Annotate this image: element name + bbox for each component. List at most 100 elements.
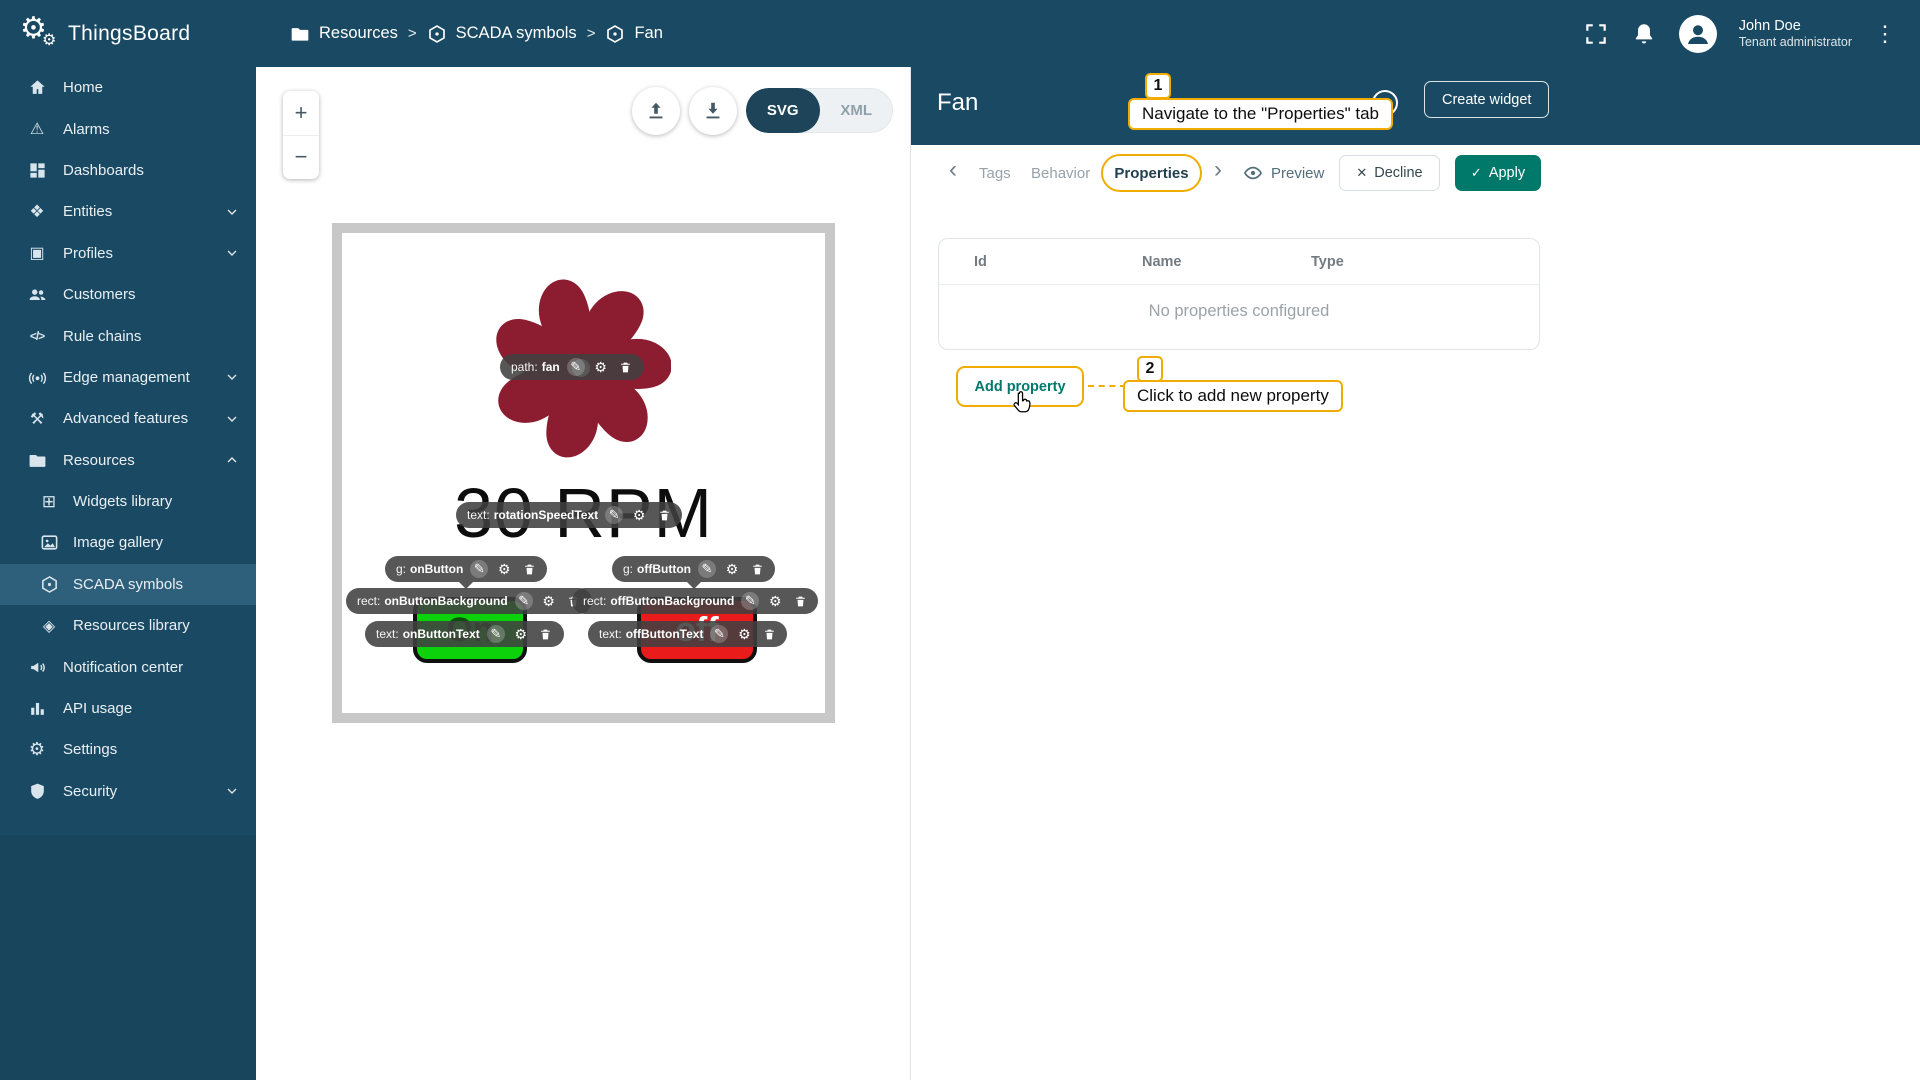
upload-button[interactable] — [632, 87, 680, 135]
edit-pencil-icon[interactable] — [487, 625, 505, 643]
sidebar-item-rule-chains[interactable]: Rule chains — [0, 315, 256, 356]
delete-trash-icon[interactable] — [655, 506, 673, 524]
breadcrumb-resources[interactable]: Resources — [290, 24, 398, 44]
fullscreen-icon[interactable] — [1583, 21, 1609, 47]
delete-trash-icon[interactable] — [760, 625, 778, 643]
alarm-icon — [25, 119, 49, 139]
svg-tab[interactable]: SVG — [746, 88, 820, 133]
image-icon — [37, 533, 61, 552]
tab-behavior[interactable]: Behavior — [1031, 165, 1090, 182]
sidebar-item-widgets-library[interactable]: Widgets library — [0, 481, 256, 522]
sidebar-item-label: Widgets library — [73, 493, 172, 510]
tag-settings-gear-icon[interactable] — [723, 560, 741, 578]
profiles-icon — [25, 243, 49, 263]
edit-pencil-icon[interactable] — [710, 625, 728, 643]
sidebar-item-advanced-features[interactable]: Advanced features — [0, 398, 256, 439]
chevron-down-icon — [224, 204, 240, 220]
edit-pencil-icon[interactable] — [515, 592, 533, 610]
zoom-in-button[interactable]: + — [283, 91, 319, 136]
tag-settings-gear-icon[interactable] — [630, 506, 648, 524]
folder-icon — [25, 451, 49, 470]
tab-tags[interactable]: Tags — [979, 165, 1011, 182]
sidebar-item-scada-symbols[interactable]: SCADA symbols — [0, 564, 256, 605]
tag-name: onButton — [410, 562, 463, 576]
edit-pencil-icon[interactable] — [605, 506, 623, 524]
tag-chip-rotation-speed-text[interactable]: text: rotationSpeedText — [456, 502, 682, 528]
sidebar-item-alarms[interactable]: Alarms — [0, 108, 256, 149]
column-name: Name — [1142, 254, 1311, 270]
delete-trash-icon[interactable] — [520, 560, 538, 578]
sidebar-item-home[interactable]: Home — [0, 67, 256, 108]
upload-icon — [645, 100, 667, 122]
sidebar-item-customers[interactable]: Customers — [0, 274, 256, 315]
tag-type: text: — [467, 508, 490, 522]
tag-chip-off-button-background[interactable]: rect: offButtonBackground — [572, 588, 818, 614]
breadcrumb-scada-symbols[interactable]: SCADA symbols — [427, 24, 577, 44]
sidebar-item-image-gallery[interactable]: Image gallery — [0, 522, 256, 563]
app-logo[interactable]: ThingsBoard — [0, 0, 256, 67]
edit-pencil-icon[interactable] — [741, 592, 759, 610]
avatar[interactable] — [1679, 15, 1717, 53]
delete-trash-icon[interactable] — [748, 560, 766, 578]
zoom-out-button[interactable]: − — [283, 136, 319, 180]
tag-chip-on-button[interactable]: g: onButton — [385, 556, 547, 582]
create-widget-button[interactable]: Create widget — [1424, 81, 1549, 118]
tag-settings-gear-icon[interactable] — [592, 358, 610, 376]
advanced-features-icon — [25, 409, 49, 429]
sidebar-item-notification-center[interactable]: Notification center — [0, 646, 256, 687]
breadcrumb-separator-icon — [408, 25, 417, 42]
sidebar-item-resources-library[interactable]: Resources library — [0, 605, 256, 646]
edit-pencil-icon[interactable] — [698, 560, 716, 578]
sidebar-item-settings[interactable]: Settings — [0, 729, 256, 770]
sidebar-item-label: Entities — [63, 203, 112, 220]
sidebar-item-dashboards[interactable]: Dashboards — [0, 150, 256, 191]
tag-type: text: — [599, 627, 622, 641]
edge-management-icon — [25, 368, 49, 387]
tag-chip-off-button[interactable]: g: offButton — [612, 556, 775, 582]
tag-chip-fan[interactable]: path: fan — [500, 354, 644, 380]
tag-chip-off-button-text[interactable]: text: offButtonText — [588, 621, 787, 647]
tag-settings-gear-icon[interactable] — [495, 560, 513, 578]
kebab-menu-icon[interactable] — [1874, 21, 1896, 47]
tag-settings-gear-icon[interactable] — [540, 592, 558, 610]
sidebar-item-profiles[interactable]: Profiles — [0, 233, 256, 274]
sidebar-item-security[interactable]: Security — [0, 771, 256, 812]
customers-icon — [25, 285, 49, 304]
xml-tab[interactable]: XML — [820, 88, 894, 133]
column-type: Type — [1311, 254, 1344, 270]
edit-pencil-icon[interactable] — [470, 560, 488, 578]
sidebar-item-edge-management[interactable]: Edge management — [0, 357, 256, 398]
decline-button[interactable]: Decline — [1339, 155, 1440, 191]
tag-type: rect: — [357, 594, 380, 608]
delete-trash-icon[interactable] — [791, 592, 809, 610]
shield-icon — [25, 782, 49, 801]
preview-button[interactable]: Preview — [1243, 163, 1324, 183]
notifications-bell-icon[interactable] — [1631, 21, 1657, 47]
sidebar-item-api-usage[interactable]: API usage — [0, 688, 256, 729]
sidebar-item-label: Profiles — [63, 245, 113, 262]
edit-pencil-icon[interactable] — [567, 358, 585, 376]
tabs-scroll-left-icon[interactable] — [949, 162, 957, 182]
tag-chip-on-button-background[interactable]: rect: onButtonBackground — [346, 588, 592, 614]
download-button[interactable] — [689, 87, 737, 135]
sidebar-item-label: Advanced features — [63, 410, 188, 427]
tag-settings-gear-icon[interactable] — [766, 592, 784, 610]
tag-settings-gear-icon[interactable] — [735, 625, 753, 643]
sidebar-item-label: Notification center — [63, 659, 183, 676]
delete-trash-icon[interactable] — [537, 625, 555, 643]
annotation-step-1-badge: 1 — [1145, 73, 1171, 99]
tag-name: fan — [542, 360, 560, 374]
apply-button[interactable]: Apply — [1455, 155, 1541, 191]
sidebar-item-entities[interactable]: Entities — [0, 191, 256, 232]
tab-properties[interactable]: Properties — [1114, 165, 1188, 182]
tabs-scroll-right-icon[interactable] — [1214, 162, 1222, 182]
tag-chip-on-button-text[interactable]: text: onButtonText — [365, 621, 564, 647]
delete-trash-icon[interactable] — [617, 358, 635, 376]
scada-symbol-icon — [427, 24, 447, 44]
tag-settings-gear-icon[interactable] — [512, 625, 530, 643]
chevron-down-icon — [224, 411, 240, 427]
gear-icon — [25, 739, 49, 760]
column-id: Id — [974, 254, 1142, 270]
sidebar-item-resources[interactable]: Resources — [0, 440, 256, 481]
breadcrumb-fan[interactable]: Fan — [605, 24, 662, 44]
